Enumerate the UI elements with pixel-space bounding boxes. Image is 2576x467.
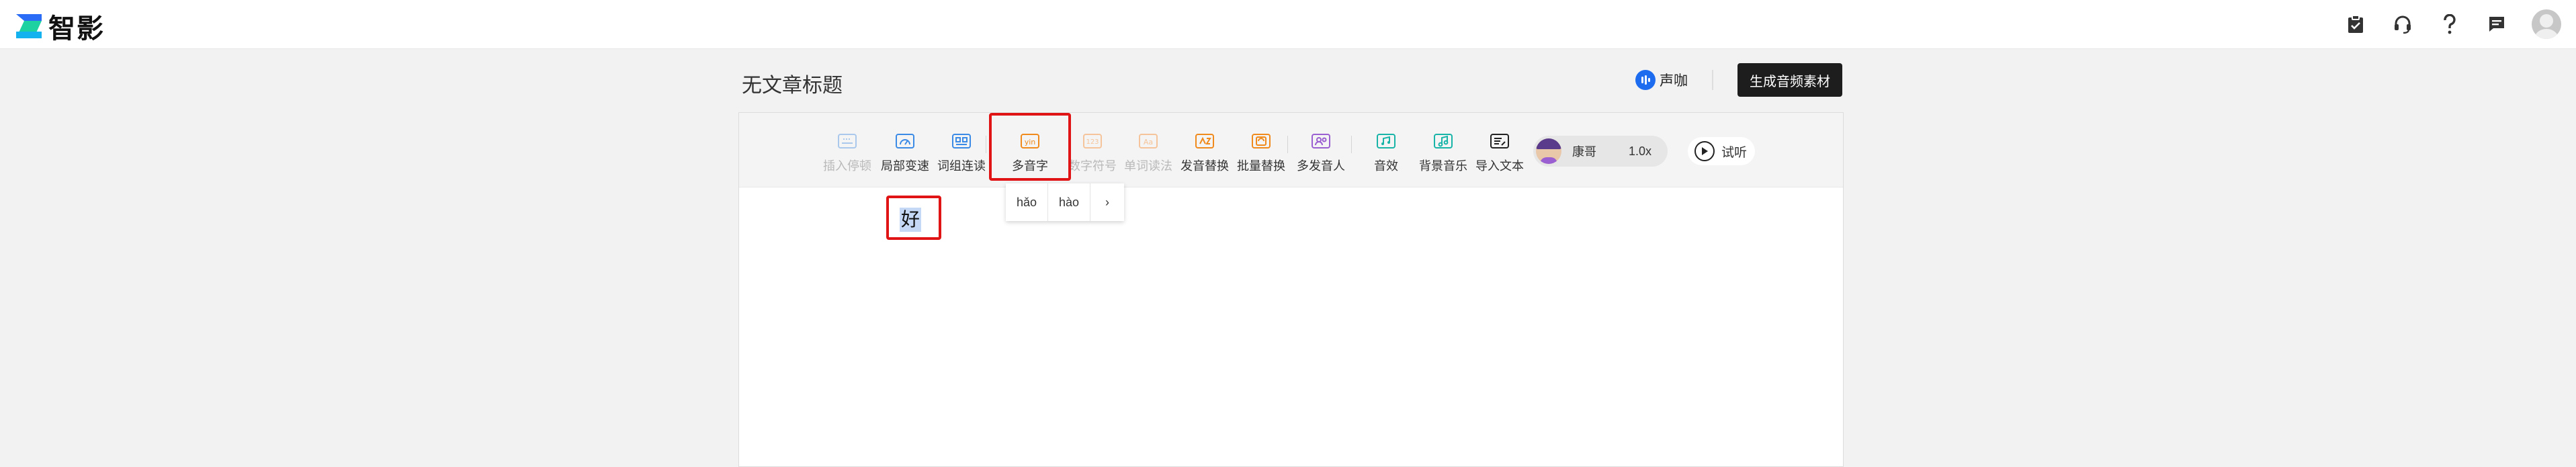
speaker-avatar	[1536, 138, 1561, 164]
svg-text:Aa: Aa	[1144, 138, 1153, 146]
tool-bg-music[interactable]: 背景音乐	[1419, 130, 1467, 174]
tool-label: 单词读法	[1124, 159, 1172, 173]
tool-label: 音效	[1374, 159, 1398, 173]
headset-icon[interactable]	[2391, 12, 2415, 36]
avatar[interactable]	[2532, 9, 2561, 39]
speaker-speed[interactable]: 1.0x	[1629, 144, 1651, 159]
tool-local-speed[interactable]: 局部变速	[881, 130, 929, 174]
pinyin-option[interactable]: hǎo	[1006, 183, 1048, 221]
zhiying-logo-icon	[16, 14, 42, 38]
number-icon: 123	[1083, 134, 1102, 148]
batch-replace-icon	[1252, 134, 1271, 148]
tool-word-join[interactable]: 词组连读	[937, 130, 986, 174]
speed-gauge-icon	[896, 134, 914, 148]
tool-sound-effect[interactable]: 音效	[1374, 130, 1398, 174]
tool-import-text[interactable]: 导入文本	[1475, 130, 1524, 174]
editor-panel: 插入停顿 局部变速 词组连读 yin 多音字 123 数字符号 Aa 单词读法 …	[738, 112, 1844, 467]
highlight-polyphone-tool	[989, 113, 1071, 181]
tool-batch-replace[interactable]: 批量替换	[1237, 130, 1285, 174]
toolbar: 插入停顿 局部变速 词组连读 yin 多音字 123 数字符号 Aa 单词读法 …	[739, 113, 1843, 187]
chevron-right-icon[interactable]: ›	[1090, 183, 1124, 221]
music-icon	[1434, 134, 1453, 148]
page-title[interactable]: 无文章标题	[742, 69, 843, 98]
tool-label: 词组连读	[937, 159, 986, 173]
tool-label: 局部变速	[881, 159, 929, 173]
tool-label: 导入文本	[1475, 159, 1524, 173]
speaker-selector[interactable]: 康哥 1.0x	[1533, 136, 1668, 167]
pron-replace-icon	[1195, 134, 1214, 148]
tool-label: 插入停顿	[823, 159, 871, 173]
speaker-name: 康哥	[1572, 145, 1596, 159]
toolbar-divider	[1287, 136, 1288, 153]
tool-pron-replace[interactable]: 发音替换	[1180, 130, 1229, 174]
app-logo[interactable]: 智影	[15, 7, 105, 46]
message-icon[interactable]	[2485, 12, 2509, 36]
header-divider	[1712, 70, 1713, 90]
tool-label: 批量替换	[1237, 159, 1285, 173]
voice-brand-link[interactable]: 声咖	[1635, 70, 1688, 90]
voice-brand-label: 声咖	[1660, 73, 1688, 89]
clipboard-icon[interactable]	[2344, 12, 2368, 36]
tool-number-symbol[interactable]: 123 数字符号	[1068, 130, 1117, 174]
toolbar-divider	[1351, 136, 1352, 153]
highlight-selected-word	[886, 196, 941, 240]
tool-label: 多发音人	[1297, 159, 1345, 173]
shengka-logo-icon	[1635, 70, 1656, 90]
tool-multi-speaker[interactable]: 多发音人	[1297, 130, 1345, 174]
pinyin-option[interactable]: hào	[1048, 183, 1090, 221]
tool-label: 数字符号	[1068, 159, 1117, 173]
app-name: 智影	[48, 13, 105, 44]
word-join-icon	[952, 134, 971, 148]
word-read-icon: Aa	[1139, 134, 1158, 148]
tool-insert-pause[interactable]: 插入停顿	[823, 130, 871, 174]
preview-label: 试听	[1721, 145, 1748, 160]
sound-effect-icon	[1377, 134, 1396, 148]
svg-text:123: 123	[1086, 138, 1099, 146]
top-bar: 智影	[0, 0, 2576, 49]
tool-label: 背景音乐	[1419, 159, 1467, 173]
multi-speaker-icon	[1312, 134, 1330, 148]
pinyin-popup: hǎo hào ›	[1006, 183, 1124, 221]
play-icon	[1694, 141, 1715, 161]
preview-button[interactable]: 试听	[1688, 137, 1755, 165]
help-icon[interactable]	[2438, 12, 2462, 36]
tool-label: 发音替换	[1180, 159, 1229, 173]
import-text-icon	[1490, 134, 1509, 148]
generate-audio-button[interactable]: 生成音频素材	[1737, 63, 1842, 97]
insert-pause-icon	[838, 134, 857, 148]
tool-word-read[interactable]: Aa 单词读法	[1124, 130, 1172, 174]
